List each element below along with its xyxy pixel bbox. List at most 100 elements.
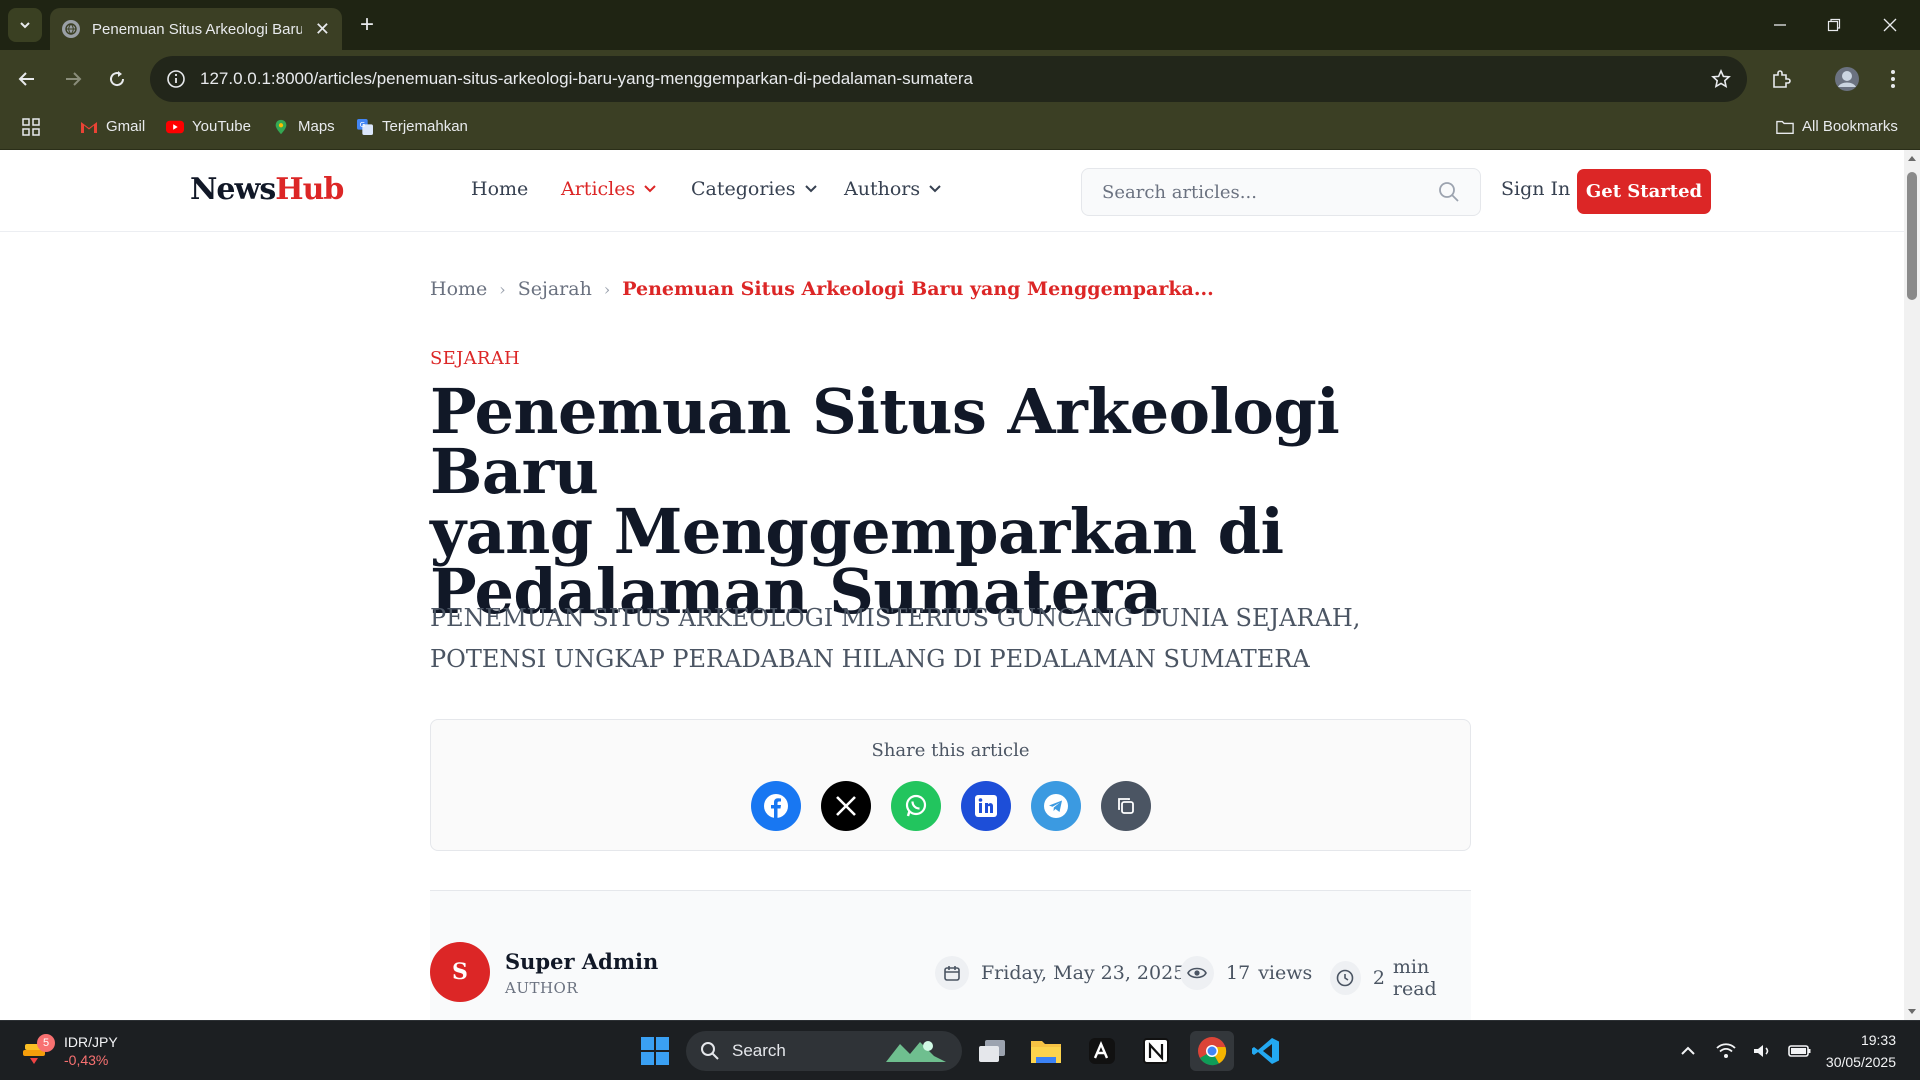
share-whatsapp-button[interactable] (891, 781, 941, 831)
battery-icon (1788, 1045, 1811, 1057)
copy-link-button[interactable] (1101, 781, 1151, 831)
extensions-button[interactable] (1764, 62, 1798, 96)
nav-home[interactable]: Home (471, 178, 528, 200)
date-text: Friday, May 23, 2025 (981, 962, 1186, 984)
search-icon[interactable] (1438, 181, 1460, 203)
taskbar-search[interactable]: Search (686, 1031, 962, 1071)
volume-icon (1754, 1045, 1769, 1057)
search-input[interactable] (1102, 181, 1422, 203)
logo-part-news: News (190, 172, 276, 207)
site-logo[interactable]: NewsHub (190, 172, 344, 207)
share-facebook-button[interactable] (751, 781, 801, 831)
author-name[interactable]: Super Admin (505, 949, 658, 974)
back-button[interactable] (10, 62, 44, 96)
browser-toolbar: 127.0.0.1:8000/articles/penemuan-situs-a… (0, 50, 1920, 108)
article-title: Penemuan Situs Arkeologi Baru yang Mengg… (430, 381, 1480, 623)
windows-logo-icon (641, 1037, 669, 1065)
address-bar[interactable]: 127.0.0.1:8000/articles/penemuan-situs-a… (150, 56, 1747, 102)
browser-tab[interactable]: Penemuan Situs Arkeologi Baru yang Mengg… (50, 8, 342, 50)
reading-time: 2 min read (1330, 956, 1471, 1000)
file-explorer-button[interactable] (1026, 1031, 1066, 1071)
share-x-button[interactable] (821, 781, 871, 831)
arrow-left-icon (18, 72, 34, 86)
minimize-icon (1774, 24, 1786, 26)
nav-label: Articles (561, 178, 636, 200)
all-bookmarks-button[interactable]: All Bookmarks (1776, 118, 1898, 135)
share-telegram-button[interactable] (1031, 781, 1081, 831)
arrow-right-icon (66, 72, 82, 86)
vscode-icon (1252, 1038, 1279, 1064)
logo-part-hub: Hub (275, 172, 344, 207)
linkedin-icon (975, 795, 997, 817)
nav-label: Categories (691, 178, 796, 200)
views-number: 17 (1226, 962, 1251, 984)
tab-title: Penemuan Situs Arkeologi Baru yang Mengg… (92, 20, 302, 38)
article-subtitle: PENEMUAN SITUS ARKEOLOGI MISTERIUS GUNCA… (430, 604, 1361, 673)
bookmark-translate[interactable]: G Terjemahkan (356, 118, 468, 135)
close-icon (1883, 18, 1897, 32)
system-tray[interactable] (1716, 1031, 1812, 1071)
app-button[interactable] (1082, 1031, 1122, 1071)
scroll-up-icon[interactable] (1907, 154, 1917, 162)
get-started-button[interactable]: Get Started (1577, 169, 1711, 214)
apps-button[interactable] (22, 118, 40, 136)
kebab-menu-icon (1891, 70, 1895, 88)
site-info-icon[interactable] (166, 69, 186, 89)
share-panel: Share this article (430, 719, 1471, 851)
reload-icon (110, 71, 125, 87)
folder-icon (1776, 120, 1794, 134)
svg-text:G: G (360, 120, 366, 129)
system-clock[interactable]: 19:33 30/05/2025 (1826, 1029, 1896, 1073)
browser-menu-button[interactable] (1876, 62, 1910, 96)
bookmark-maps[interactable]: Maps (272, 118, 335, 135)
breadcrumb-chevron-icon: › (499, 279, 506, 299)
page-scrollbar[interactable] (1904, 150, 1920, 1020)
article-meta: S Super Admin AUTHOR Friday, May 23, 202… (430, 891, 1471, 1020)
restore-icon (1827, 18, 1841, 32)
author-avatar[interactable]: S (430, 942, 490, 1002)
author-role: AUTHOR (505, 979, 579, 997)
nav-authors[interactable]: Authors (844, 178, 942, 200)
title-line: yang Menggemparkan di (430, 495, 1284, 568)
scrollbar-thumb[interactable] (1907, 172, 1917, 300)
bookmark-star-icon[interactable] (1711, 69, 1731, 89)
breadcrumb-home[interactable]: Home (430, 278, 487, 300)
notion-button[interactable] (1136, 1031, 1176, 1071)
widget-ticker[interactable]: 5 IDR/JPY -0,43% (20, 1031, 140, 1071)
windows-taskbar: 5 IDR/JPY -0,43% Search 19:33 30/05/2025 (0, 1020, 1920, 1080)
chevron-down-icon (804, 185, 817, 193)
vscode-button[interactable] (1246, 1031, 1286, 1071)
show-hidden-icons-button[interactable] (1676, 1031, 1700, 1071)
apps-grid-icon (22, 118, 40, 136)
breadcrumb-category[interactable]: Sejarah (518, 278, 592, 300)
ticker-change: -0,43% (64, 1052, 109, 1068)
minimize-button[interactable] (1752, 0, 1808, 50)
url-text[interactable]: 127.0.0.1:8000/articles/penemuan-situs-a… (200, 69, 973, 89)
article-category[interactable]: SEJARAH (430, 348, 520, 369)
nav-label: Authors (844, 178, 921, 200)
start-button[interactable] (636, 1031, 674, 1071)
nav-categories[interactable]: Categories (691, 178, 818, 200)
bookmark-youtube[interactable]: YouTube (166, 118, 251, 135)
task-view-button[interactable] (972, 1031, 1012, 1071)
share-label: Share this article (871, 740, 1030, 761)
profile-avatar[interactable] (1830, 62, 1864, 96)
chrome-button[interactable] (1190, 1031, 1234, 1071)
task-view-icon (979, 1040, 1005, 1062)
forward-button[interactable] (56, 62, 90, 96)
sign-in-link[interactable]: Sign In (1501, 178, 1570, 200)
whatsapp-icon (905, 794, 927, 817)
scroll-down-icon[interactable] (1907, 1008, 1917, 1016)
share-linkedin-button[interactable] (961, 781, 1011, 831)
tab-search-button[interactable] (8, 8, 42, 42)
close-window-button[interactable] (1862, 0, 1918, 50)
reload-button[interactable] (100, 62, 134, 96)
puzzle-icon (1773, 70, 1791, 88)
notification-badge: 5 (37, 1034, 55, 1052)
nav-articles[interactable]: Articles (561, 178, 657, 200)
read-number: 2 (1372, 967, 1385, 989)
new-tab-button[interactable]: + (352, 10, 382, 40)
restore-button[interactable] (1806, 0, 1862, 50)
bookmark-gmail[interactable]: Gmail (80, 118, 145, 135)
close-tab-icon[interactable]: ✕ (315, 19, 330, 40)
